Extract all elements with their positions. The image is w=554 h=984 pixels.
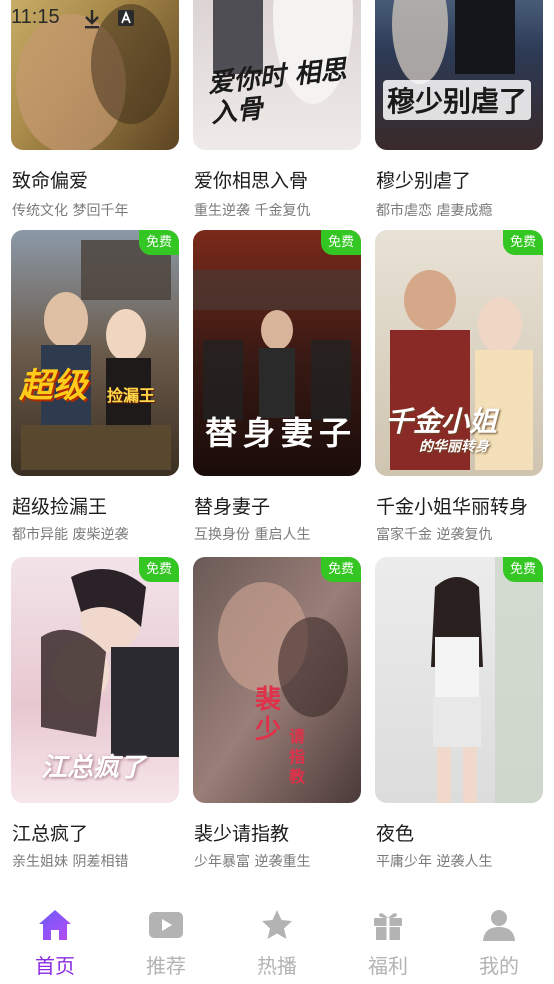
poster-title-text: 江总疯了 (41, 753, 146, 783)
poster-title-text: 超级 (19, 366, 87, 406)
free-badge: 免费 (138, 230, 179, 255)
status-time: 11:15 (11, 6, 60, 28)
poster-subtitle-text: 请指教 (289, 727, 306, 786)
poster-title-text: 千金小姐 (385, 405, 498, 438)
drama-title[interactable]: 千金小姐华丽转身 (376, 492, 528, 519)
free-badge: 免费 (502, 557, 543, 582)
poster-image[interactable]: 超级 捡漏王 免费 (11, 230, 179, 476)
poster-image[interactable]: 千金小姐 的华丽转身 免费 (375, 230, 543, 476)
poster-title-text: 裴少 (255, 685, 282, 745)
poster-title-text: 穆少别虐了 (383, 80, 532, 120)
drama-title[interactable]: 致命偏爱 (12, 166, 88, 193)
tab-label: 推荐 (146, 954, 186, 978)
drama-card[interactable]: 千金小姐 的华丽转身 免费 千金小姐华丽转身 富家千金 逆袭复仇 (375, 230, 543, 543)
font-a-icon (118, 10, 134, 26)
drama-tags: 传统文化 梦回千年 (12, 203, 129, 219)
drama-tags: 重生逆袭 千金复仇 (194, 203, 311, 219)
free-badge: 免费 (138, 557, 179, 582)
drama-card[interactable]: 免费 夜色 平庸少年 逆袭人生 (375, 557, 543, 870)
drama-title[interactable]: 夜色 (376, 819, 414, 846)
drama-title[interactable]: 爱你相思入骨 (194, 166, 308, 193)
drama-title[interactable]: 穆少别虐了 (376, 166, 471, 193)
drama-tags: 平庸少年 逆袭人生 (376, 854, 493, 870)
drama-title[interactable]: 替身妻子 (194, 492, 270, 519)
tab-label: 热播 (257, 954, 297, 978)
tab-home[interactable]: 首页 (0, 894, 110, 984)
home-icon (39, 910, 71, 940)
drama-title[interactable]: 江总疯了 (12, 819, 88, 846)
drama-tags: 少年暴富 逆袭重生 (194, 854, 311, 870)
drama-tags: 互换身份 重启人生 (194, 527, 311, 543)
tab-label: 首页 (35, 954, 75, 978)
user-icon (483, 910, 515, 941)
poster-image[interactable]: 裴少 请指教 免费 (193, 557, 361, 803)
tab-label: 福利 (368, 954, 408, 978)
poster-title-text: 替身妻子 (205, 414, 358, 452)
drama-tags: 都市异能 废柴逆袭 (12, 527, 129, 543)
tab-recommend[interactable]: 推荐 (111, 894, 221, 984)
tab-mine[interactable]: 我的 (444, 894, 554, 984)
free-badge: 免费 (502, 230, 543, 255)
poster-art (193, 557, 361, 803)
status-bar: 11:15 (0, 0, 554, 36)
poster-art (375, 557, 543, 803)
drama-tags: 富家千金 逆袭复仇 (376, 527, 493, 543)
drama-tags: 都市虐恋 虐妻成瘾 (376, 203, 493, 219)
tab-benefits[interactable]: 福利 (333, 894, 443, 984)
play-icon (149, 912, 183, 938)
download-icon (85, 10, 99, 29)
poster-subtitle-text: 捡漏王 (107, 386, 156, 405)
drama-tags: 亲生姐妹 阴差相错 (12, 854, 129, 870)
drama-card[interactable]: 江总疯了 免费 江总疯了 亲生姐妹 阴差相错 (11, 557, 179, 870)
poster-image[interactable]: 免费 (375, 557, 543, 803)
drama-card[interactable]: 裴少 请指教 免费 裴少请指教 少年暴富 逆袭重生 (193, 557, 361, 870)
poster-image[interactable]: 江总疯了 免费 (11, 557, 179, 803)
free-badge: 免费 (320, 230, 361, 255)
drama-title[interactable]: 裴少请指教 (194, 819, 289, 846)
poster-art (11, 230, 179, 476)
gift-icon (374, 913, 402, 940)
poster-subtitle-text: 的华丽转身 (419, 439, 489, 455)
drama-card[interactable]: 替身妻子 免费 替身妻子 互换身份 重启人生 (193, 230, 361, 543)
tab-hot[interactable]: 热播 (222, 894, 332, 984)
bottom-tab-bar: 首页 推荐 热播 福利 我的 (0, 894, 554, 984)
drama-title[interactable]: 超级捡漏王 (12, 492, 107, 519)
tab-label: 我的 (479, 954, 519, 978)
free-badge: 免费 (320, 557, 361, 582)
star-icon (262, 910, 292, 939)
drama-card[interactable]: 超级 捡漏王 免费 超级捡漏王 都市异能 废柴逆袭 (11, 230, 179, 543)
poster-image[interactable]: 替身妻子 免费 (193, 230, 361, 476)
